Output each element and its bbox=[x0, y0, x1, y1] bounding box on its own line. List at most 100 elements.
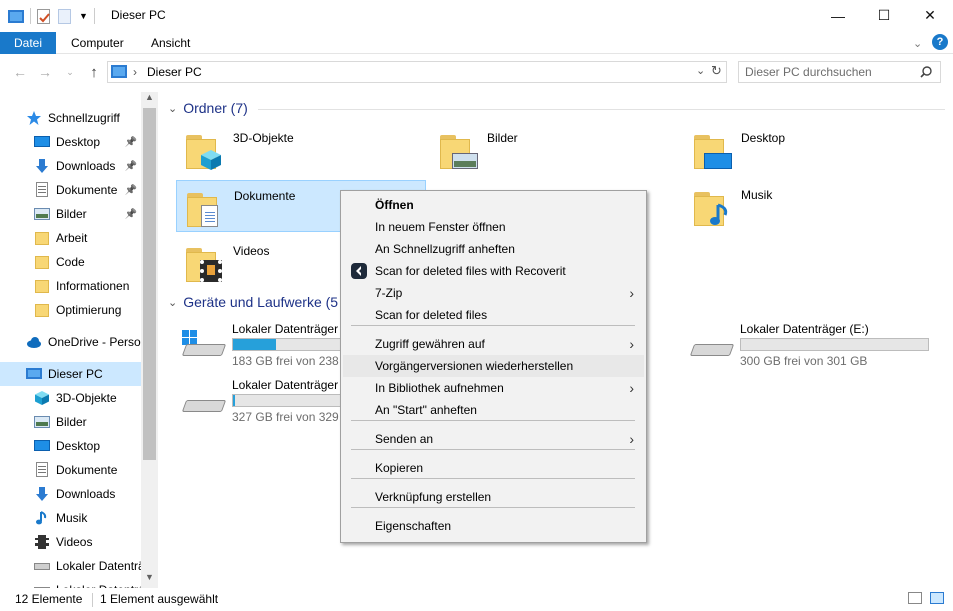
pictures-icon bbox=[34, 414, 50, 430]
menu-item[interactable]: Zugriff gewähren auf › bbox=[343, 333, 644, 355]
menu-item[interactable]: 7-Zip › bbox=[343, 282, 644, 304]
sidebar-item-label: Dokumente bbox=[56, 183, 118, 197]
sidebar-item[interactable]: Downloads 📌 bbox=[0, 154, 141, 178]
minimize-button[interactable]: — bbox=[815, 0, 861, 31]
computer-icon bbox=[26, 366, 42, 382]
menu-item[interactable]: Eigenschaften bbox=[343, 515, 644, 537]
menu-item[interactable]: Vorgängerversionen wiederherstellen bbox=[343, 355, 644, 377]
menu-item[interactable]: Scan for deleted files with Recoverit bbox=[343, 260, 644, 282]
back-button[interactable]: ← bbox=[10, 63, 30, 81]
sidebar-item[interactable]: Bilder bbox=[0, 410, 141, 434]
close-button[interactable]: ✕ bbox=[907, 0, 953, 31]
details-view-icon[interactable] bbox=[908, 592, 922, 604]
sidebar-item[interactable]: Dokumente bbox=[0, 458, 141, 482]
tiles-view-icon[interactable] bbox=[930, 592, 944, 604]
sidebar-item-label: Desktop bbox=[56, 439, 101, 453]
search-input[interactable]: Dieser PC durchsuchen bbox=[738, 61, 941, 83]
folder-tile[interactable]: Bilder bbox=[430, 123, 680, 175]
folder-tile[interactable]: 3D-Objekte bbox=[176, 123, 426, 175]
sidebar-item-label: Bilder bbox=[56, 207, 87, 221]
sidebar-item[interactable]: Downloads bbox=[0, 482, 141, 506]
menu-item[interactable]: Senden an › bbox=[343, 428, 644, 450]
menu-separator bbox=[351, 420, 635, 421]
chevron-down-icon[interactable]: ▼ bbox=[79, 11, 88, 21]
quick-access-toolbar: ▼ bbox=[8, 7, 95, 25]
group-divider bbox=[258, 109, 945, 110]
breadcrumb-separator[interactable]: › bbox=[133, 65, 137, 79]
separator bbox=[30, 8, 31, 24]
separator bbox=[93, 8, 95, 24]
menu-item[interactable]: Verknüpfung erstellen bbox=[343, 486, 644, 508]
breadcrumb-dieser-pc[interactable]: Dieser PC bbox=[147, 65, 202, 79]
folders-group-header[interactable]: ⌄ Ordner (7) bbox=[168, 100, 248, 116]
menu-item[interactable]: An "Start" anheften bbox=[343, 399, 644, 421]
video-icon bbox=[34, 534, 50, 550]
properties-icon[interactable] bbox=[37, 8, 50, 24]
tab-datei[interactable]: Datei bbox=[0, 32, 57, 54]
sidebar-item-label: Informationen bbox=[56, 279, 130, 293]
menu-item[interactable]: In Bibliothek aufnehmen › bbox=[343, 377, 644, 399]
drive-icon bbox=[180, 386, 227, 416]
refresh-icon[interactable]: ↻ bbox=[711, 63, 722, 79]
sidebar-item[interactable]: Schnellzugriff bbox=[0, 106, 141, 130]
recent-locations-button[interactable]: ⌄ bbox=[60, 63, 80, 81]
sidebar-item[interactable]: Desktop 📌 bbox=[0, 130, 141, 154]
computer-icon[interactable] bbox=[8, 9, 24, 23]
menu-item-label: An "Start" anheften bbox=[375, 403, 477, 417]
desktop-icon bbox=[34, 134, 50, 150]
chevron-down-icon[interactable]: ⌄ bbox=[168, 296, 177, 309]
folder-tile[interactable]: Musik bbox=[684, 180, 934, 232]
drive-label: Lokaler Datenträger ( bbox=[232, 322, 346, 336]
group-title: Ordner (7) bbox=[183, 100, 248, 116]
scroll-up-icon[interactable]: ▲ bbox=[145, 92, 154, 102]
sidebar-item[interactable]: Dokumente 📌 bbox=[0, 178, 141, 202]
status-bar: 12 Elemente 1 Element ausgewählt bbox=[0, 588, 953, 611]
drives-group-header[interactable]: ⌄ Geräte und Laufwerke (5 bbox=[168, 294, 338, 310]
sidebar-item[interactable]: Optimierung bbox=[0, 298, 141, 322]
scroll-down-icon[interactable]: ▼ bbox=[145, 572, 154, 582]
navigation-pane: Schnellzugriff Desktop 📌 Downloads 📌 Dokument… bbox=[0, 92, 158, 588]
menu-item[interactable]: An Schnellzugriff anheften bbox=[343, 238, 644, 260]
new-folder-icon[interactable] bbox=[58, 8, 71, 24]
sidebar-item[interactable]: Code bbox=[0, 250, 141, 274]
address-bar[interactable]: › Dieser PC ⌄ ↻ bbox=[107, 61, 727, 83]
sidebar-item[interactable]: Bilder 📌 bbox=[0, 202, 141, 226]
sidebar-item[interactable]: Lokaler Datenträ bbox=[0, 554, 141, 578]
maximize-button[interactable]: ☐ bbox=[861, 0, 907, 31]
menu-item-label: Kopieren bbox=[375, 461, 424, 475]
selection-count: 1 Element ausgewählt bbox=[100, 592, 219, 606]
sidebar-item[interactable]: Musik bbox=[0, 506, 141, 530]
desktop-icon bbox=[34, 438, 50, 454]
menu-item[interactable]: Öffnen bbox=[343, 194, 644, 216]
sidebar-item[interactable]: Videos bbox=[0, 530, 141, 554]
chevron-down-icon[interactable]: ⌄ bbox=[696, 64, 705, 77]
tab-ansicht[interactable]: Ansicht bbox=[137, 32, 204, 54]
documents-icon bbox=[34, 182, 50, 198]
sidebar-item[interactable]: Lokaler Datentrá bbox=[0, 578, 141, 588]
sidebar-item[interactable]: Desktop bbox=[0, 434, 141, 458]
menu-item[interactable]: In neuem Fenster öffnen bbox=[343, 216, 644, 238]
chevron-down-icon[interactable]: ⌄ bbox=[168, 102, 177, 115]
sidebar-item[interactable]: Informationen bbox=[0, 274, 141, 298]
drive-tile[interactable]: Lokaler Datenträger (E:) 300 GB frei von … bbox=[684, 318, 934, 370]
sidebar-item[interactable]: Dieser PC bbox=[0, 362, 141, 386]
folder-icon bbox=[34, 278, 50, 294]
sidebar-item-label: Downloads bbox=[56, 159, 116, 173]
menu-item[interactable]: Kopieren bbox=[343, 457, 644, 479]
menu-item-label: Zugriff gewähren auf bbox=[375, 337, 485, 351]
sidebar-item-label: Musik bbox=[56, 511, 88, 525]
sidebar-item[interactable]: Arbeit bbox=[0, 226, 141, 250]
sidebar-item[interactable]: OneDrive - Persor bbox=[0, 330, 141, 354]
folder-tile[interactable]: Desktop bbox=[684, 123, 934, 175]
folder-icon bbox=[694, 131, 732, 169]
help-icon[interactable]: ? bbox=[932, 34, 948, 50]
tab-computer[interactable]: Computer bbox=[57, 32, 138, 54]
nav-scrollbar[interactable]: ▲ ▼ bbox=[141, 92, 158, 588]
folder-icon bbox=[186, 131, 221, 170]
sidebar-item[interactable]: 3D-Objekte bbox=[0, 386, 141, 410]
scrollbar-thumb[interactable] bbox=[143, 108, 156, 460]
expand-ribbon-icon[interactable]: ⌄ bbox=[913, 37, 922, 50]
up-button[interactable]: ↑ bbox=[84, 63, 104, 81]
menu-item[interactable]: Scan for deleted files bbox=[343, 304, 644, 326]
forward-button[interactable]: → bbox=[35, 63, 55, 81]
